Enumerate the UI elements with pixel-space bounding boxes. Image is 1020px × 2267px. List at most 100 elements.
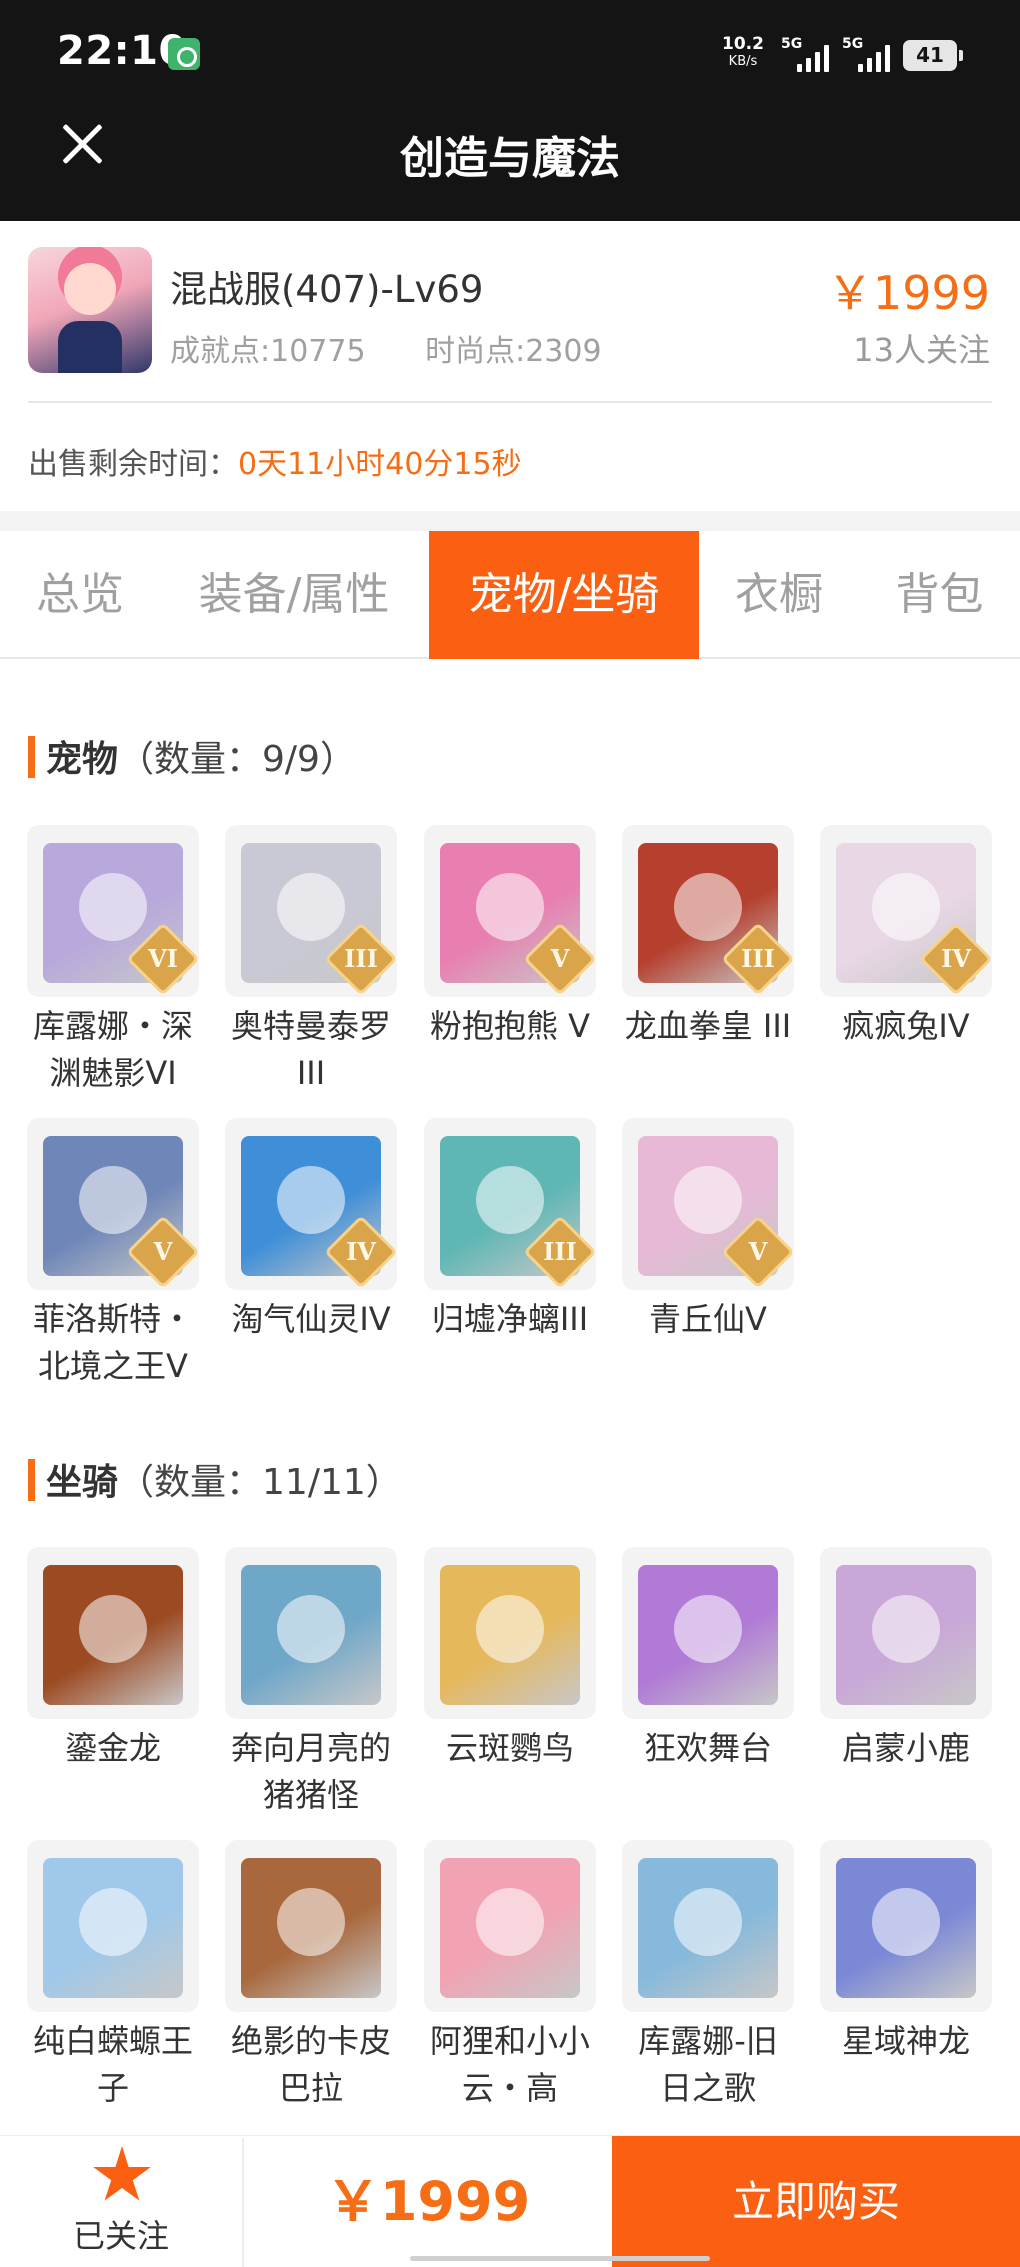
mount-name: 阿狸和小小 云・高 — [429, 2022, 590, 2107]
tab-equipment[interactable]: 装备/属性 — [160, 531, 428, 659]
pet-item[interactable]: III 奥特曼泰罗 III — [225, 825, 397, 1097]
pet-thumbnail: V — [27, 1118, 199, 1290]
item-artwork — [241, 1858, 381, 1998]
mount-item[interactable]: 星域神龙 — [820, 1840, 992, 2065]
pet-name: 奥特曼泰罗 III — [230, 1007, 391, 1092]
pet-thumbnail: VI — [27, 825, 199, 997]
item-artwork — [43, 1858, 183, 1998]
network-speed-value: 10.2 — [722, 34, 764, 54]
pet-name: 粉抱抱熊 V — [429, 1007, 591, 1045]
pet-name: 库露娜・深 渊魅影VI — [32, 1007, 193, 1092]
tab-wardrobe[interactable]: 衣橱 — [699, 531, 859, 659]
bottom-bar: 已关注 ￥1999 立即购买 — [0, 2135, 1020, 2267]
mount-item[interactable]: 绝影的卡皮 巴拉 — [225, 1840, 397, 2112]
follow-button[interactable]: 已关注 — [0, 2136, 242, 2267]
mount-thumbnail — [622, 1547, 794, 1719]
mount-name: 绝影的卡皮 巴拉 — [230, 2022, 391, 2107]
tier-badge-text: IV — [941, 944, 971, 973]
item-artwork — [440, 1858, 580, 1998]
item-artwork — [638, 1858, 778, 1998]
pets-title: 宠物 — [46, 739, 119, 780]
pet-thumbnail: IV — [820, 825, 992, 997]
mount-item[interactable]: 奔向月亮的 猪猪怪 — [225, 1547, 397, 1819]
pet-thumbnail: III — [622, 825, 794, 997]
pet-item[interactable]: V 菲洛斯特・ 北境之王V — [27, 1118, 199, 1390]
mount-thumbnail — [622, 1840, 794, 2012]
signal-icon — [858, 42, 890, 72]
tab-overview[interactable]: 总览 — [0, 531, 160, 659]
page-title: 创造与魔法 — [400, 133, 620, 184]
divider — [28, 401, 992, 403]
tier-badge-text: III — [344, 944, 378, 973]
section-gap — [0, 511, 1020, 531]
star-icon — [93, 2146, 151, 2201]
pet-item[interactable]: III 龙血拳皇 III — [622, 825, 794, 1050]
pet-item[interactable]: V 粉抱抱熊 V — [424, 825, 596, 1050]
buy-now-button[interactable]: 立即购买 — [612, 2136, 1020, 2267]
follower-count: 13人关注 — [853, 331, 990, 369]
bottom-price: ￥1999 — [325, 2170, 531, 2233]
mount-name: 鎏金龙 — [64, 1729, 161, 1767]
tier-badge-text: III — [543, 1237, 577, 1266]
account-stats: 成就点:10775 时尚点:2309 — [170, 326, 652, 370]
tier-badge-text: III — [741, 944, 775, 973]
hotspot-icon — [168, 38, 200, 70]
pet-item[interactable]: VI 库露娜・深 渊魅影VI — [27, 825, 199, 1097]
mount-thumbnail — [424, 1840, 596, 2012]
mount-item[interactable]: 云斑鹦鸟 — [424, 1547, 596, 1772]
mount-name: 奔向月亮的 猪猪怪 — [230, 1729, 391, 1814]
top-header: 22:10 10.2 KB/s 5G 5G 41 创造与魔法 — [0, 0, 1020, 221]
pet-thumbnail: III — [424, 1118, 596, 1290]
mount-item[interactable]: 纯白蝾螈王 子 — [27, 1840, 199, 2112]
avatar — [28, 247, 152, 373]
tier-badge-text: V — [153, 1237, 173, 1266]
account-summary: 混战服(407)-Lv69 成就点:10775 时尚点:2309 ￥1999 1… — [0, 221, 1020, 511]
pet-thumbnail: V — [622, 1118, 794, 1290]
pets-section-title: 宠物（数量：9/9） — [28, 730, 356, 782]
item-artwork — [836, 1858, 976, 1998]
mount-name: 狂欢舞台 — [643, 1729, 772, 1767]
mount-item[interactable]: 鎏金龙 — [27, 1547, 199, 1772]
pet-name: 疯疯兔IV — [842, 1007, 970, 1045]
mount-thumbnail — [225, 1547, 397, 1719]
mount-thumbnail — [27, 1840, 199, 2012]
tab-backpack[interactable]: 背包 — [859, 531, 1020, 659]
pet-item[interactable]: V 青丘仙V — [622, 1118, 794, 1343]
follow-label: 已关注 — [72, 2217, 169, 2255]
mount-name: 星域神龙 — [841, 2022, 970, 2060]
tier-badge-text: V — [550, 944, 570, 973]
item-artwork — [43, 1565, 183, 1705]
mounts-title: 坐骑 — [46, 1462, 119, 1503]
network-speed: 10.2 KB/s — [722, 35, 764, 71]
pets-count: （数量：9/9） — [118, 739, 356, 780]
countdown-value: 0天11小时40分15秒 — [238, 447, 522, 482]
mount-thumbnail — [225, 1840, 397, 2012]
item-artwork — [638, 1565, 778, 1705]
pet-name: 淘气仙灵IV — [231, 1300, 391, 1338]
mount-item[interactable]: 启蒙小鹿 — [820, 1547, 992, 1772]
server-level: 混战服(407)-Lv69 — [170, 268, 484, 311]
mount-thumbnail — [820, 1547, 992, 1719]
tab-bar: 总览 装备/属性 宠物/坐骑 衣橱 背包 — [0, 531, 1020, 659]
mounts-section-title: 坐骑（数量：11/11） — [28, 1453, 402, 1505]
pet-item[interactable]: IV 淘气仙灵IV — [225, 1118, 397, 1343]
pet-item[interactable]: III 归墟净螭III — [424, 1118, 596, 1343]
pet-thumbnail: V — [424, 825, 596, 997]
pet-thumbnail: IV — [225, 1118, 397, 1290]
item-artwork — [440, 1565, 580, 1705]
mount-name: 云斑鹦鸟 — [445, 1729, 574, 1767]
mount-item[interactable]: 狂欢舞台 — [622, 1547, 794, 1772]
mount-thumbnail — [424, 1547, 596, 1719]
sale-countdown: 出售剩余时间：0天11小时40分15秒 — [28, 439, 522, 483]
achievement-points: 成就点:10775 — [170, 334, 366, 369]
mount-item[interactable]: 阿狸和小小 云・高 — [424, 1840, 596, 2112]
pet-item[interactable]: IV 疯疯兔IV — [820, 825, 992, 1050]
price: ￥1999 — [826, 266, 990, 320]
mount-item[interactable]: 库露娜-旧 日之歌 — [622, 1840, 794, 2112]
pet-name: 青丘仙V — [649, 1300, 767, 1338]
mounts-count: （数量：11/11） — [118, 1462, 402, 1503]
signal-icon — [797, 42, 829, 72]
battery-icon: 41 — [903, 40, 963, 71]
pet-thumbnail: III — [225, 825, 397, 997]
tab-pets-mounts[interactable]: 宠物/坐骑 — [429, 531, 699, 659]
